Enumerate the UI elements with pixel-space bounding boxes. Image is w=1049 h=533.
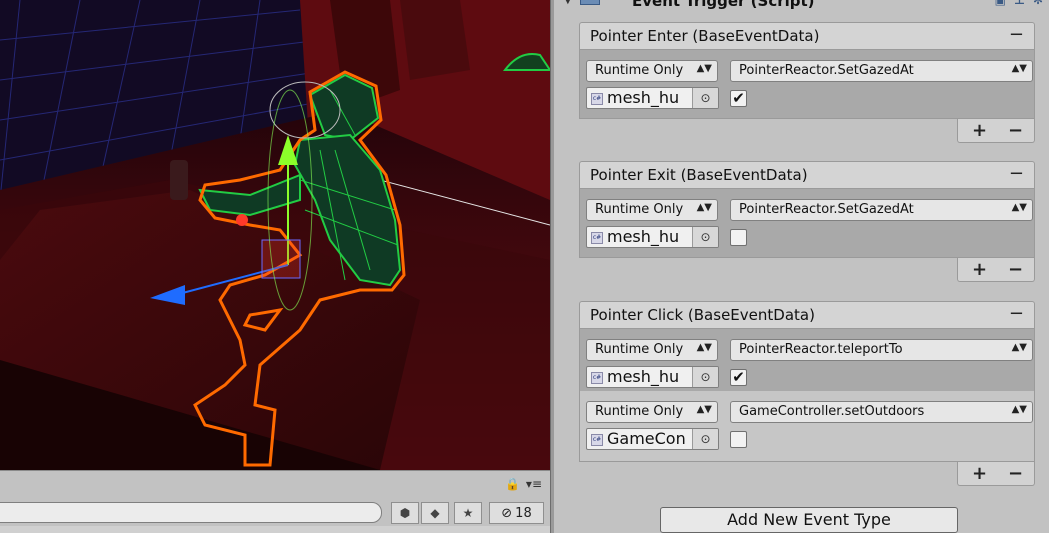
event-pointer-click: Pointer Click (BaseEventData) − Runtime …	[579, 301, 1035, 486]
list-item[interactable]: Runtime Only ▲▼ GameController.setOutdoor…	[580, 391, 1034, 461]
settings-icon[interactable]: ⊥	[1014, 0, 1025, 7]
search-input[interactable]	[0, 502, 382, 523]
event-pointer-enter: Pointer Enter (BaseEventData) − Runtime …	[579, 22, 1035, 143]
list-plus-minus: + −	[957, 258, 1035, 282]
function-select[interactable]: GameController.setOutdoors ▲▼	[730, 401, 1033, 423]
object-field[interactable]: c# mesh_hu ⊙	[586, 226, 719, 248]
list-plus-minus: + −	[957, 462, 1035, 486]
add-entry-button[interactable]: +	[972, 259, 987, 280]
object-field[interactable]: c# mesh_hu ⊙	[586, 366, 719, 388]
updown-arrow-icon: ▲▼	[1011, 202, 1027, 213]
function-select[interactable]: PointerReactor.teleportTo ▲▼	[730, 339, 1033, 361]
scene-view[interactable]	[0, 0, 550, 470]
remove-entry-button[interactable]: −	[1008, 259, 1023, 280]
gear-icon[interactable]: ✻	[1033, 0, 1043, 7]
add-new-event-type-button[interactable]: Add New Event Type	[660, 507, 958, 533]
updown-arrow-icon: ▲▼	[1011, 342, 1027, 353]
updown-arrow-icon: ▲▼	[696, 63, 712, 74]
star-icon[interactable]: ★	[454, 502, 482, 524]
menu-icon[interactable]: ▾≡	[526, 477, 542, 491]
argument-checkbox[interactable]: ✔	[730, 369, 747, 386]
event-pointer-exit: Pointer Exit (BaseEventData) − Runtime O…	[579, 161, 1035, 282]
add-entry-button[interactable]: +	[972, 120, 987, 141]
runtime-mode-select[interactable]: Runtime Only ▲▼	[586, 339, 718, 361]
hierarchy-search-row: ⬢ ◆ ★ ⊘ 18	[0, 500, 550, 525]
list-plus-minus: + −	[957, 119, 1035, 143]
object-field[interactable]: c# GameCon ⊙	[586, 428, 719, 450]
runtime-mode-select[interactable]: Runtime Only ▲▼	[586, 401, 718, 423]
event-entries: Runtime Only ▲▼ PointerReactor.SetGazedAt…	[579, 188, 1035, 258]
object-picker-icon[interactable]: ⊙	[692, 88, 718, 108]
updown-arrow-icon: ▲▼	[696, 342, 712, 353]
remove-entry-button[interactable]: −	[1008, 463, 1023, 484]
component-header[interactable]: ▼ Event Trigger (Script) ▣ ⊥ ✻	[554, 0, 1049, 12]
script-icon	[580, 0, 600, 5]
script-file-icon: c#	[591, 372, 603, 384]
remove-event-button[interactable]: −	[1009, 303, 1024, 324]
event-label: Pointer Exit (BaseEventData)	[590, 166, 808, 184]
event-entries: Runtime Only ▲▼ PointerReactor.teleportTo…	[579, 328, 1035, 462]
object-picker-icon[interactable]: ⊙	[692, 227, 718, 247]
runtime-mode-select[interactable]: Runtime Only ▲▼	[586, 199, 718, 221]
script-file-icon: c#	[591, 434, 603, 446]
header-icons: ▣ ⊥ ✻	[995, 0, 1043, 7]
inspector-panel: ▼ Event Trigger (Script) ▣ ⊥ ✻ Pointer E…	[554, 0, 1049, 533]
list-item[interactable]: Runtime Only ▲▼ PointerReactor.teleportTo…	[580, 329, 1034, 391]
list-item[interactable]: Runtime Only ▲▼ PointerReactor.SetGazedAt…	[580, 189, 1034, 257]
script-file-icon: c#	[591, 93, 603, 105]
event-header: Pointer Enter (BaseEventData) −	[579, 22, 1035, 49]
lock-row: 🔒 ▾≡	[505, 477, 542, 491]
eye-slash-icon: ⊘	[501, 505, 513, 521]
hidden-count-label: 18	[515, 505, 532, 521]
event-header: Pointer Exit (BaseEventData) −	[579, 161, 1035, 188]
object-field[interactable]: c# mesh_hu ⊙	[586, 87, 719, 109]
argument-checkbox[interactable]	[730, 431, 747, 448]
lock-icon[interactable]: 🔒	[505, 477, 520, 491]
updown-arrow-icon: ▲▼	[1011, 63, 1027, 74]
foldout-caret-icon[interactable]: ▼	[564, 0, 572, 6]
updown-arrow-icon: ▲▼	[696, 202, 712, 213]
argument-checkbox[interactable]	[730, 229, 747, 246]
remove-entry-button[interactable]: −	[1008, 120, 1023, 141]
editor-window: 🔒 ▾≡ ⬢ ◆ ★ ⊘ 18 ▼ Event Trigger (Script)…	[0, 0, 1049, 533]
layers-icon[interactable]: ⬢	[391, 502, 419, 524]
event-header: Pointer Click (BaseEventData) −	[579, 301, 1035, 328]
object-picker-icon[interactable]: ⊙	[692, 367, 718, 387]
list-item[interactable]: Runtime Only ▲▼ PointerReactor.SetGazedAt…	[580, 50, 1034, 118]
function-select[interactable]: PointerReactor.SetGazedAt ▲▼	[730, 60, 1033, 82]
object-picker-icon[interactable]: ⊙	[692, 429, 718, 449]
script-file-icon: c#	[591, 232, 603, 244]
book-icon[interactable]: ▣	[995, 0, 1006, 7]
updown-arrow-icon: ▲▼	[1011, 404, 1027, 415]
event-label: Pointer Enter (BaseEventData)	[590, 27, 820, 45]
hidden-objects-toggle[interactable]: ⊘ 18	[489, 502, 544, 524]
scene-render	[0, 0, 550, 470]
function-select[interactable]: PointerReactor.SetGazedAt ▲▼	[730, 199, 1033, 221]
remove-event-button[interactable]: −	[1009, 163, 1024, 184]
event-entries: Runtime Only ▲▼ PointerReactor.SetGazedAt…	[579, 49, 1035, 119]
add-entry-button[interactable]: +	[972, 463, 987, 484]
remove-event-button[interactable]: −	[1009, 24, 1024, 45]
footer-strip	[0, 526, 550, 533]
tag-icon[interactable]: ◆	[421, 502, 449, 524]
updown-arrow-icon: ▲▼	[696, 404, 712, 415]
event-label: Pointer Click (BaseEventData)	[590, 306, 815, 324]
runtime-mode-select[interactable]: Runtime Only ▲▼	[586, 60, 718, 82]
argument-checkbox[interactable]: ✔	[730, 90, 747, 107]
component-title: Event Trigger (Script)	[632, 0, 815, 10]
